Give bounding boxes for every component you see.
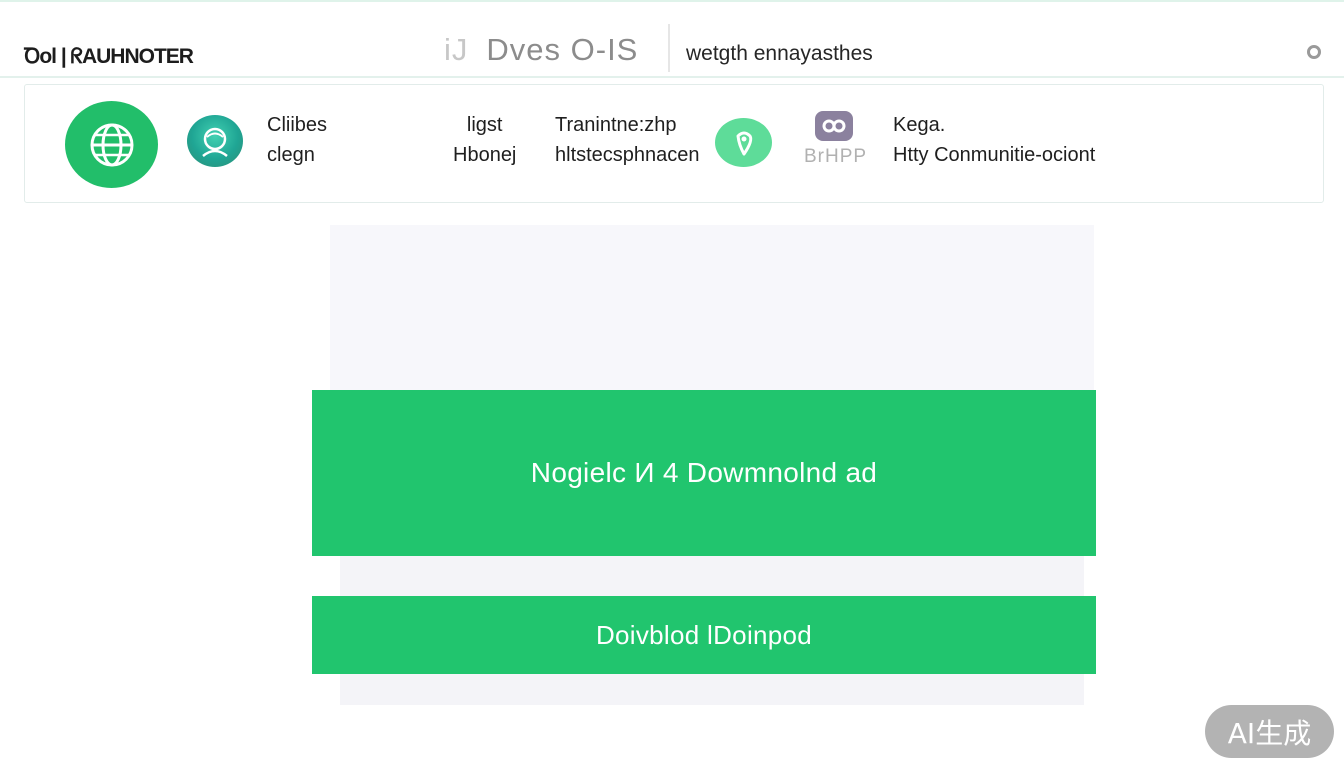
feature-item-3: Tranintne:zhp hltstecsphnacen — [555, 110, 700, 170]
download-panel — [330, 225, 1094, 395]
feature-item-4-desc: Htty Conmunitie-ociont — [893, 144, 1096, 166]
status-dot-icon[interactable] — [1307, 45, 1321, 59]
page: Ꝺol | ᖇAUHNOTER iJ Dves O-IS wetgth ennay… — [0, 0, 1344, 768]
chat-label: BrHPP — [804, 146, 868, 167]
header-divider — [668, 24, 670, 72]
globe-icon[interactable] — [65, 101, 158, 188]
feature-item-4-title: Kega. — [893, 114, 946, 136]
chat-icon[interactable] — [815, 111, 853, 141]
feature-item-3-title: Tranintne:zhp — [555, 114, 677, 136]
feature-item-1-title: Cliibes — [267, 114, 328, 136]
feature-item-2-title: ligst — [466, 114, 503, 136]
header-title-faint: iJ — [444, 32, 469, 67]
header-subtitle: wetgth ennayasthes — [686, 42, 873, 65]
map-pin-icon[interactable] — [715, 118, 772, 167]
ai-generated-badge: AI生成 — [1205, 705, 1334, 758]
feature-item-3-desc: hltstecsphnacen — [555, 144, 700, 166]
feature-item-2: ligst Hbonej — [453, 110, 516, 170]
primary-download-button[interactable]: Nogielc И 4 Dowmnolnd ad — [312, 390, 1096, 556]
feature-item-1-desc: clegn — [267, 144, 315, 166]
secondary-download-button[interactable]: Doivblod lDoinpod — [312, 596, 1096, 674]
header-title-text: Dves O-IS — [486, 32, 639, 67]
feature-item-4: Kega. Htty Conmunitie-ociont — [893, 110, 1095, 170]
feature-item-1: Cliibes clegn — [267, 110, 327, 170]
feature-item-2-desc: Hbonej — [453, 144, 517, 166]
brand-logo[interactable]: Ꝺol | ᖇAUHNOTER — [24, 42, 194, 70]
face-icon — [187, 115, 243, 167]
header: Ꝺol | ᖇAUHNOTER iJ Dves O-IS wetgth ennay… — [0, 0, 1344, 78]
header-title: iJ Dves O-IS — [444, 32, 638, 68]
features-card: Cliibes clegn ligst Hbonej Tranintne:zhp… — [24, 84, 1324, 203]
